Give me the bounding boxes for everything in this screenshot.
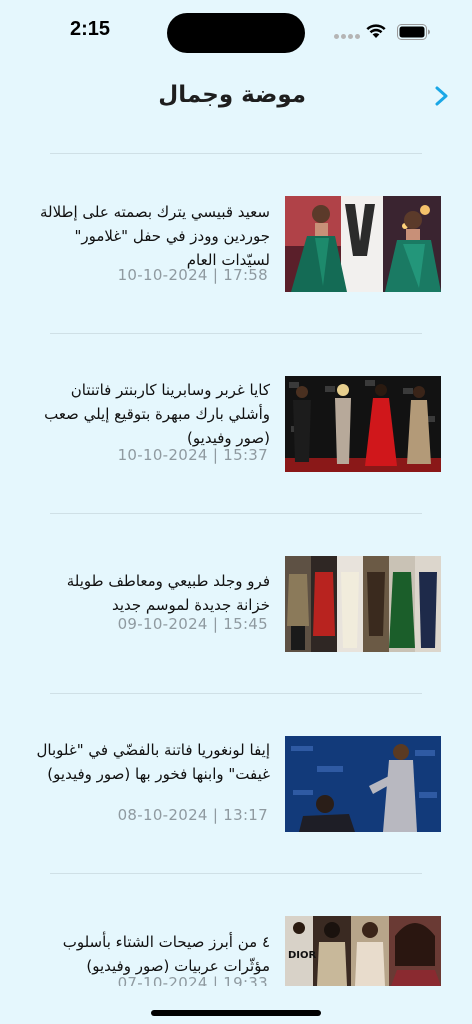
article-item[interactable]: DIOR ٤ من أبرز صيحات الشتاء بأسلوب مؤثّر… [0,916,472,986]
divider [50,693,422,694]
page-title: موضة وجمال [158,82,306,108]
nav-header: موضة وجمال [0,64,472,128]
article-item[interactable]: فرو وجلد طبيعي ومعاطف طويلة خزانة جديدة … [0,556,472,656]
divider [50,153,422,154]
article-time: 19:33 [223,974,268,986]
article-meta: 08-10-2024 | 13:17 [117,806,268,824]
article-item[interactable]: كايا غربر وسابرينا كاربنتر فاتنتان وأشلي… [0,376,472,476]
home-indicator[interactable] [151,1010,321,1016]
article-headline: كايا غربر وسابرينا كاربنتر فاتنتان وأشلي… [44,381,270,447]
battery-icon [397,24,430,40]
article-headline: ٤ من أبرز صيحات الشتاء بأسلوب مؤثّرات عر… [62,933,270,975]
article-meta: 10-10-2024 | 17:58 [117,266,268,284]
article-time: 17:58 [223,266,268,284]
article-thumbnail [285,196,441,292]
article-item[interactable]: إيفا لونغوريا فاتنة بالفضّي في "غلوبال غ… [0,736,472,836]
article-meta: 09-10-2024 | 15:45 [117,615,268,633]
dynamic-island [167,13,305,53]
divider [50,333,422,334]
status-time: 2:15 [70,18,111,40]
article-date: 10-10-2024 [117,446,208,464]
back-button[interactable] [430,84,452,108]
article-time: 15:45 [223,615,268,633]
article-date: 10-10-2024 [117,266,208,284]
divider [50,873,422,874]
status-bar: 2:15 [0,0,472,64]
article-thumbnail [285,736,441,832]
article-headline: فرو وجلد طبيعي ومعاطف طويلة خزانة جديدة … [66,572,270,614]
article-headline: سعيد قبيسي يترك بصمته على إطلالة جوردين … [39,203,270,269]
article-thumbnail [285,376,441,472]
chevron-right-icon [435,86,448,106]
article-date: 07-10-2024 [117,974,208,986]
article-thumbnail: DIOR [285,916,441,986]
article-meta: 10-10-2024 | 15:37 [117,446,268,464]
article-headline: إيفا لونغوريا فاتنة بالفضّي في "غلوبال غ… [36,741,270,783]
article-time: 13:17 [223,806,268,824]
article-date: 08-10-2024 [117,806,208,824]
divider [50,513,422,514]
article-item[interactable]: سعيد قبيسي يترك بصمته على إطلالة جوردين … [0,196,472,296]
cellular-signal-icon [334,34,360,39]
wifi-icon [366,24,386,38]
article-thumbnail [285,556,441,652]
article-meta: 07-10-2024 | 19:33 [118,974,268,986]
article-time: 15:37 [223,446,268,464]
article-date: 09-10-2024 [117,615,208,633]
svg-text:DIOR: DIOR [288,950,317,961]
